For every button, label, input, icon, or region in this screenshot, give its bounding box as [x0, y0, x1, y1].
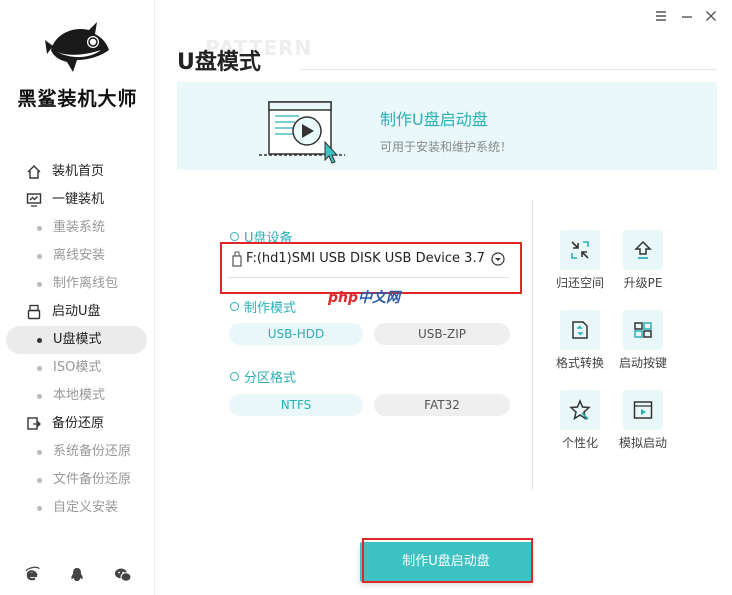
mode-label: 制作模式 [230, 297, 296, 316]
tool-label: 升级PE [623, 276, 663, 290]
sidebar-item-backup-restore[interactable]: 备份还原 [0, 410, 155, 438]
partition-option-ntfs[interactable]: NTFS [229, 394, 363, 416]
mode-option-usb-hdd[interactable]: USB-HDD [229, 323, 363, 345]
bullet-icon [37, 282, 42, 287]
tool-label: 格式转换 [555, 356, 604, 370]
menu-icon[interactable] [653, 8, 669, 24]
sidebar-item-label: 备份还原 [52, 416, 105, 431]
chevron-down-icon[interactable] [491, 252, 505, 266]
vertical-divider [532, 200, 533, 490]
video-tutorial-icon[interactable] [255, 98, 350, 166]
tool-upgrade-pe-box [623, 230, 663, 270]
tool-personalize[interactable]: 个性化 [548, 390, 612, 451]
sidebar-item-system-backup[interactable]: 系统备份还原 [0, 438, 155, 466]
sidebar-item-one-click[interactable]: 一键装机 [0, 186, 155, 214]
sidebar-item-iso-mode[interactable]: ISO模式 [0, 354, 155, 382]
sidebar-nav: 装机首页 一键装机 重装系统 离线安装 制作离线包 启动U盘 U盘模式 ISO模… [0, 158, 155, 522]
sidebar-item-label: 文件备份还原 [53, 472, 132, 487]
close-icon[interactable] [703, 8, 719, 24]
tool-restore-space[interactable]: 归还空间 [548, 230, 612, 291]
sidebar-item-label: U盘模式 [53, 332, 102, 347]
sidebar-item-label: 启动U盘 [52, 304, 101, 319]
sidebar-item-label: 系统备份还原 [53, 444, 132, 459]
wechat-icon[interactable] [114, 566, 132, 584]
simulate-boot-icon [633, 401, 653, 419]
tool-label: 启动按键 [618, 356, 667, 370]
usb-device-select[interactable]: F:(hd1)SMI USB DISK USB Device 3.73G [246, 251, 486, 266]
backup-icon [27, 417, 41, 430]
sidebar-item-label: 一键装机 [52, 192, 105, 207]
sidebar-item-offline-package[interactable]: 制作离线包 [0, 270, 155, 298]
sidebar: 黑鲨装机大师 装机首页 一键装机 重装系统 离线安装 制作离线包 启动U盘 U盘… [0, 0, 155, 595]
highlight-button-box [362, 538, 533, 583]
bullet-icon [37, 366, 42, 371]
tool-label: 模拟启动 [618, 436, 667, 450]
sidebar-item-home[interactable]: 装机首页 [0, 158, 155, 186]
sidebar-item-label: 离线安装 [53, 248, 106, 263]
bullet-icon [37, 338, 42, 343]
bullet-icon [37, 478, 42, 483]
sidebar-item-reinstall[interactable]: 重装系统 [0, 214, 155, 242]
tool-simulate-boot-box [623, 390, 663, 430]
upgrade-icon [634, 240, 652, 259]
sidebar-item-boot-usb[interactable]: 启动U盘 [0, 298, 155, 326]
bullet-icon [37, 450, 42, 455]
tool-restore-space-box [560, 230, 600, 270]
page-title: U盘模式 [177, 50, 261, 75]
bullet-icon [37, 226, 42, 231]
boot-key-icon [634, 322, 652, 338]
sidebar-item-label: 本地模式 [53, 388, 106, 403]
usb-icon [27, 304, 41, 320]
restore-space-icon [571, 241, 589, 259]
watermark-part1: php [328, 290, 359, 306]
home-icon [27, 165, 41, 179]
tool-simulate-boot[interactable]: 模拟启动 [611, 390, 675, 451]
ie-icon[interactable] [23, 566, 41, 584]
shark-logo-icon [44, 22, 109, 72]
watermark-part2: 中文网 [358, 290, 401, 306]
app-name: 黑鲨装机大师 [17, 88, 138, 110]
qq-icon[interactable] [68, 566, 86, 584]
tool-personalize-box [560, 390, 600, 430]
partition-label: 分区格式 [230, 367, 296, 386]
banner-subtitle: 可用于安装和维护系统！ [380, 140, 513, 154]
sidebar-item-label: 重装系统 [53, 220, 106, 235]
banner-title: 制作U盘启动盘 [380, 110, 488, 129]
tool-boot-key[interactable]: 启动按键 [611, 310, 675, 371]
sidebar-item-offline-install[interactable]: 离线安装 [0, 242, 155, 270]
title-divider [300, 69, 717, 70]
sidebar-item-label: 制作离线包 [53, 276, 119, 291]
app-logo: 黑鲨装机大师 [10, 20, 145, 110]
sidebar-item-file-backup[interactable]: 文件备份还原 [0, 466, 155, 494]
tool-label: 归还空间 [555, 276, 604, 290]
tool-format-convert-box [560, 310, 600, 350]
mode-option-usb-zip[interactable]: USB-ZIP [374, 323, 510, 345]
site-watermark: php中文网 [328, 287, 400, 307]
sidebar-footer [0, 562, 155, 590]
device-underline [228, 277, 510, 278]
monitor-icon [26, 193, 42, 207]
tool-boot-key-box [623, 310, 663, 350]
minimize-icon[interactable] [679, 8, 695, 24]
tool-upgrade-pe[interactable]: 升级PE [611, 230, 675, 291]
sidebar-item-label: ISO模式 [53, 360, 102, 375]
tool-format-convert[interactable]: 格式转换 [548, 310, 612, 371]
sidebar-item-custom-install[interactable]: 自定义安装 [0, 494, 155, 522]
bullet-icon [37, 506, 42, 511]
tool-label: 个性化 [561, 436, 598, 450]
personalize-icon [569, 399, 591, 421]
bullet-icon [37, 254, 42, 259]
format-convert-icon [572, 321, 588, 339]
sidebar-item-usb-mode[interactable]: U盘模式 [6, 326, 147, 354]
sidebar-item-local-mode[interactable]: 本地模式 [0, 382, 155, 410]
bullet-icon [37, 394, 42, 399]
sidebar-item-label: 自定义安装 [53, 500, 119, 515]
partition-option-fat32[interactable]: FAT32 [374, 394, 510, 416]
usb-drive-icon [232, 251, 242, 267]
sidebar-item-label: 装机首页 [52, 164, 105, 179]
